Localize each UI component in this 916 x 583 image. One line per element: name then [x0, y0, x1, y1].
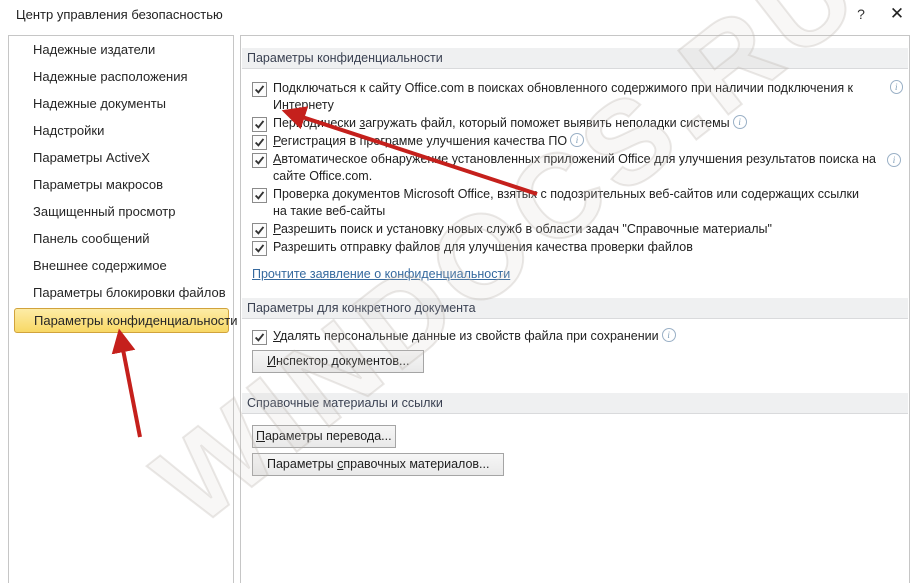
section-header-document-specific: Параметры для конкретного документа — [242, 298, 908, 319]
checkbox-label[interactable]: Разрешить поиск и установку новых служб … — [273, 221, 772, 238]
checkbox-checked[interactable] — [252, 117, 267, 132]
checkbox-row: Удалять персональные данные из свойств ф… — [252, 328, 903, 345]
checkbox-checked[interactable] — [252, 188, 267, 203]
sidebar-item-privacy-options[interactable]: Параметры конфиденциальности — [14, 308, 229, 333]
info-icon[interactable]: i — [570, 133, 584, 147]
checkbox-checked[interactable] — [252, 135, 267, 150]
sidebar: Надежные издатели Надежные расположения … — [8, 35, 234, 583]
main-panel: Параметры конфиденциальности Подключатьс… — [240, 35, 910, 583]
checkbox-checked[interactable] — [252, 82, 267, 97]
privacy-statement-link[interactable]: Прочтите заявление о конфиденциальности — [252, 267, 510, 281]
translation-options-button[interactable]: Параметры перевода... — [252, 425, 396, 448]
checkbox-label[interactable]: Автоматическое обнаружение установленных… — [273, 151, 881, 185]
checkbox-row: Автоматическое обнаружение установленных… — [252, 151, 903, 185]
sidebar-item-addins[interactable]: Надстройки — [9, 117, 233, 144]
title-bar: Центр управления безопасностью ? ✕ — [0, 0, 916, 32]
checkbox-checked[interactable] — [252, 153, 267, 168]
section-header-privacy-options: Параметры конфиденциальности — [242, 48, 908, 69]
sidebar-item-trusted-publishers[interactable]: Надежные издатели — [9, 36, 233, 63]
checkbox-label[interactable]: Удалять персональные данные из свойств ф… — [273, 328, 659, 345]
checkbox-label[interactable]: Проверка документов Microsoft Office, вз… — [273, 186, 863, 220]
checkbox-row: Подключаться к сайту Office.com в поиска… — [252, 80, 903, 114]
checkbox-label[interactable]: Разрешить отправку файлов для улучшения … — [273, 239, 693, 256]
sidebar-item-activex-settings[interactable]: Параметры ActiveX — [9, 144, 233, 171]
sidebar-item-protected-view[interactable]: Защищенный просмотр — [9, 198, 233, 225]
dialog-title: Центр управления безопасностью — [16, 7, 223, 22]
document-checkbox-list: Удалять персональные данные из свойств ф… — [241, 319, 909, 345]
checkbox-checked[interactable] — [252, 223, 267, 238]
checkbox-row: Разрешить поиск и установку новых служб … — [252, 221, 903, 238]
checkbox-label[interactable]: Периодически загружать файл, который пом… — [273, 115, 730, 132]
info-icon[interactable]: i — [890, 80, 903, 94]
research-options-button[interactable]: Параметры справочных материалов... — [252, 453, 504, 476]
section-header-research-reference: Справочные материалы и ссылки — [242, 393, 908, 414]
trust-center-dialog: Центр управления безопасностью ? ✕ Надеж… — [0, 0, 916, 583]
checkbox-row: Регистрация в программе улучшения качест… — [252, 133, 903, 150]
help-icon[interactable]: ? — [852, 6, 870, 22]
sidebar-item-external-content[interactable]: Внешнее содержимое — [9, 252, 233, 279]
sidebar-item-message-bar[interactable]: Панель сообщений — [9, 225, 233, 252]
sidebar-item-trusted-documents[interactable]: Надежные документы — [9, 90, 233, 117]
checkbox-row: Проверка документов Microsoft Office, вз… — [252, 186, 903, 220]
checkbox-row: Разрешить отправку файлов для улучшения … — [252, 239, 903, 256]
sidebar-item-file-block-settings[interactable]: Параметры блокировки файлов — [9, 279, 233, 306]
checkbox-label[interactable]: Подключаться к сайту Office.com в поиска… — [273, 80, 887, 114]
info-icon[interactable]: i — [662, 328, 676, 342]
sidebar-item-trusted-locations[interactable]: Надежные расположения — [9, 63, 233, 90]
info-icon[interactable]: i — [887, 153, 901, 167]
checkbox-checked[interactable] — [252, 330, 267, 345]
checkbox-row: Периодически загружать файл, который пом… — [252, 115, 903, 132]
checkbox-checked[interactable] — [252, 241, 267, 256]
privacy-checkbox-list: Подключаться к сайту Office.com в поиска… — [241, 69, 909, 256]
info-icon[interactable]: i — [733, 115, 747, 129]
sidebar-item-macro-settings[interactable]: Параметры макросов — [9, 171, 233, 198]
close-icon[interactable]: ✕ — [886, 4, 908, 24]
checkbox-label[interactable]: Регистрация в программе улучшения качест… — [273, 133, 567, 150]
document-inspector-button[interactable]: Инспектор документов... — [252, 350, 424, 373]
